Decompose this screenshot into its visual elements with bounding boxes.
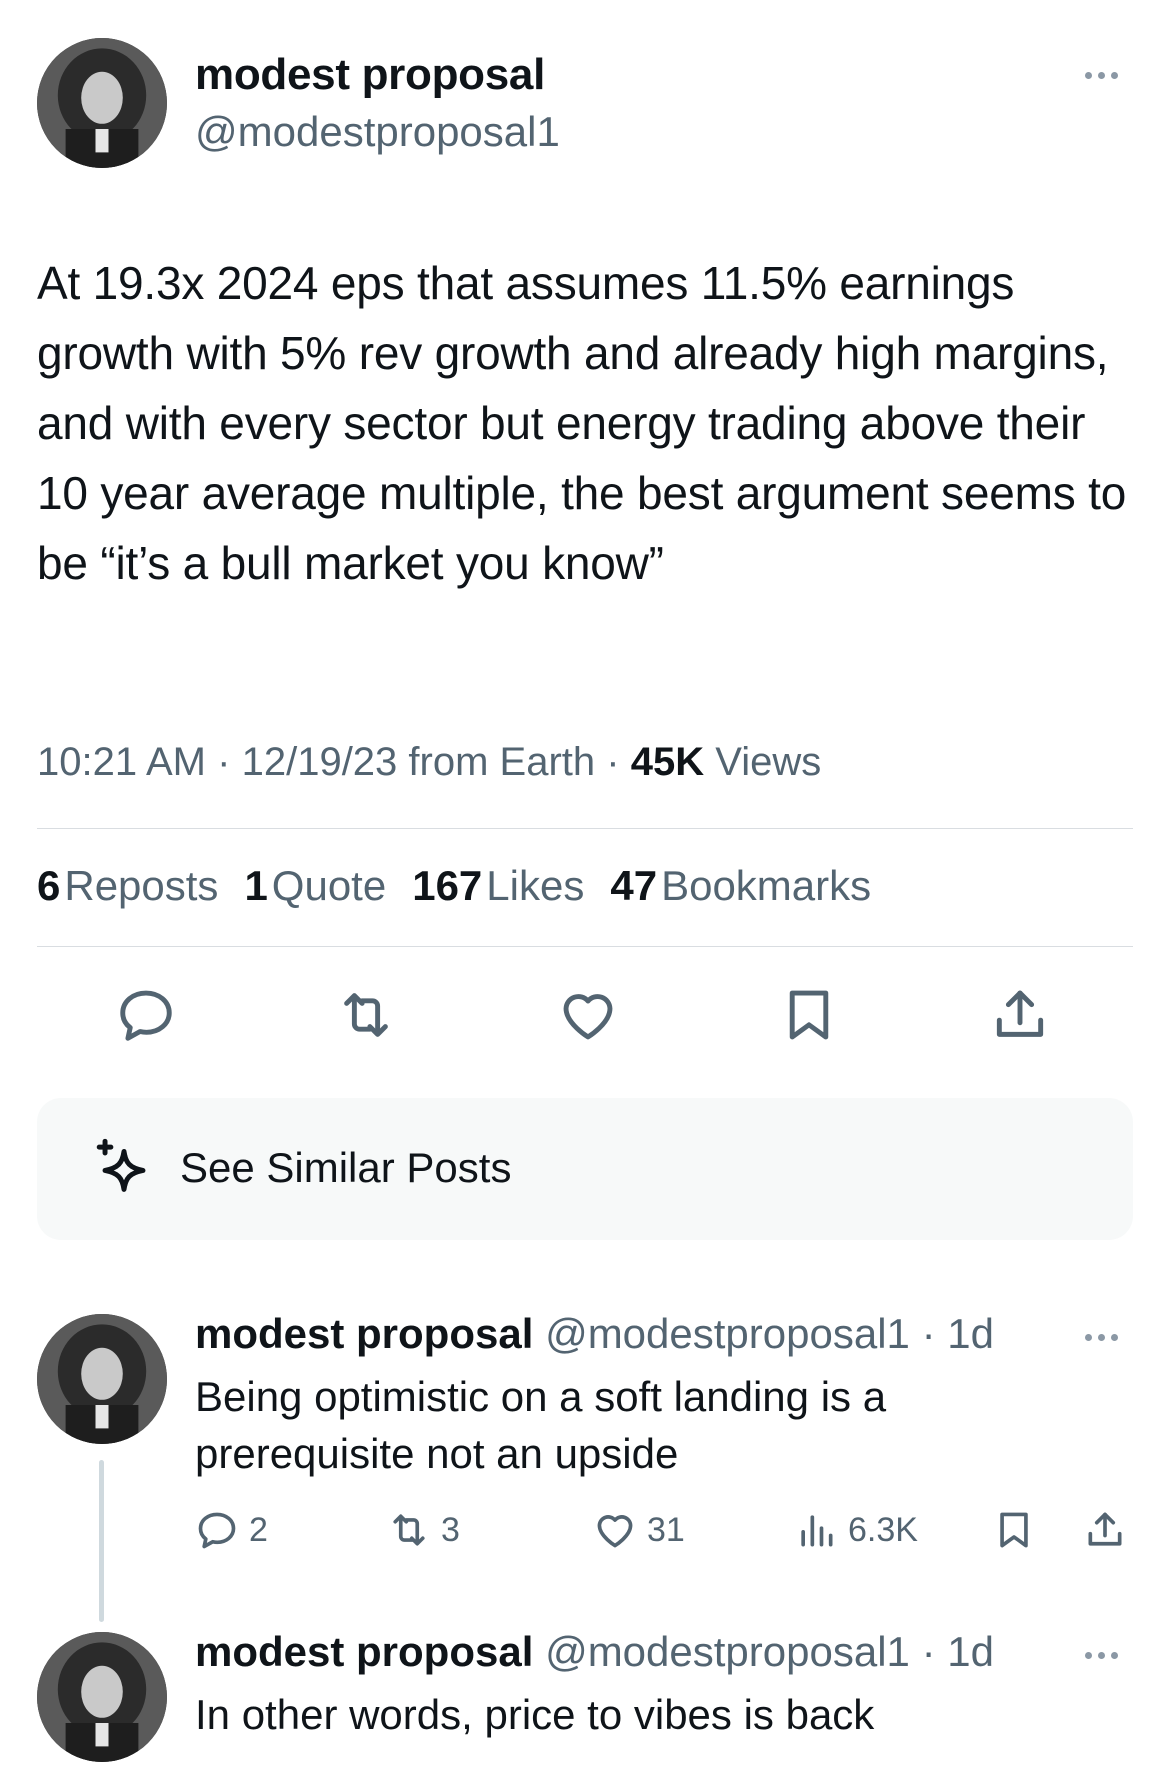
repost-icon	[344, 993, 388, 1037]
thread-connector	[99, 1460, 104, 1622]
bookmark-icon	[1000, 1512, 1028, 1548]
views-button[interactable]: 6.3K	[794, 1508, 918, 1552]
portrait-avatar-image	[37, 38, 167, 168]
see-similar-posts-button[interactable]: See Similar Posts	[37, 1098, 1133, 1240]
views-label: Views	[715, 740, 822, 784]
repost-button[interactable]: 3	[387, 1508, 460, 1552]
reply-icon	[198, 1512, 236, 1549]
reply-header: modest proposal @modestproposal1 · 1d	[195, 1310, 994, 1358]
reply-count: 2	[249, 1510, 268, 1549]
reply-button[interactable]: 2	[195, 1508, 268, 1552]
more-options-icon[interactable]	[1085, 1652, 1118, 1659]
tweet-meta: 10:21 AM · 12/19/23 from Earth · 45K Vie…	[37, 740, 821, 785]
author-name[interactable]: modest proposal	[195, 50, 545, 100]
avatar[interactable]	[37, 38, 167, 168]
reply-author-handle[interactable]: @modestproposal1	[545, 1310, 910, 1357]
reply-button[interactable]	[111, 980, 181, 1050]
reply-author-name[interactable]: modest proposal	[195, 1310, 533, 1357]
like-icon	[563, 994, 613, 1040]
tweet-date-location[interactable]: 12/19/23 from Earth	[242, 740, 596, 784]
reply-age[interactable]: · 1d	[922, 1310, 994, 1357]
tweet-time[interactable]: 10:21 AM	[37, 740, 206, 784]
more-options-icon[interactable]	[1085, 1334, 1118, 1341]
bookmark-button[interactable]	[774, 980, 844, 1050]
reply-author-handle[interactable]: @modestproposal1	[545, 1628, 910, 1675]
share-button[interactable]	[985, 980, 1055, 1050]
reply-icon	[120, 990, 172, 1041]
bookmarks-stat[interactable]: 47Bookmarks	[610, 862, 871, 910]
engagement-stats: 6Reposts 1Quote 167Likes 47Bookmarks	[37, 862, 871, 910]
separator: ·	[606, 740, 620, 784]
reply-header: modest proposal @modestproposal1 · 1d	[195, 1628, 994, 1676]
separator: ·	[217, 740, 231, 784]
repost-icon	[393, 1514, 425, 1546]
divider	[37, 946, 1133, 947]
see-similar-posts-label: See Similar Posts	[180, 1144, 512, 1191]
reply-author-name[interactable]: modest proposal	[195, 1628, 533, 1675]
views-count: 45K	[630, 740, 705, 784]
like-button[interactable]: 31	[593, 1508, 685, 1552]
like-count: 31	[647, 1510, 685, 1549]
reply-age[interactable]: · 1d	[922, 1628, 994, 1675]
avatar[interactable]	[37, 1314, 167, 1444]
divider	[37, 828, 1133, 829]
portrait-avatar-image	[37, 1314, 167, 1444]
view-count: 6.3K	[848, 1510, 918, 1549]
like-button[interactable]	[553, 980, 623, 1050]
quotes-stat[interactable]: 1Quote	[244, 862, 386, 910]
portrait-avatar-image	[37, 1632, 167, 1762]
avatar[interactable]	[37, 1632, 167, 1762]
share-button[interactable]	[1083, 1508, 1127, 1552]
reply-text: Being optimistic on a soft landing is a …	[195, 1373, 887, 1477]
share-icon	[1088, 1512, 1122, 1546]
sparkle-icon	[96, 1138, 146, 1192]
reposts-stat[interactable]: 6Reposts	[37, 862, 218, 910]
reply-text: In other words, price to vibes is back	[195, 1691, 875, 1738]
bookmark-icon	[789, 990, 829, 1040]
repost-button[interactable]	[331, 980, 401, 1050]
repost-count: 3	[441, 1510, 460, 1549]
likes-stat[interactable]: 167Likes	[412, 862, 584, 910]
more-options-icon[interactable]	[1085, 72, 1118, 79]
share-icon	[996, 990, 1044, 1037]
analytics-icon	[801, 1515, 833, 1547]
author-handle[interactable]: @modestproposal1	[195, 108, 560, 156]
like-icon	[597, 1515, 633, 1548]
tweet-text: At 19.3x 2024 eps that assumes 11.5% ear…	[37, 257, 1127, 589]
bookmark-button[interactable]	[992, 1508, 1036, 1552]
